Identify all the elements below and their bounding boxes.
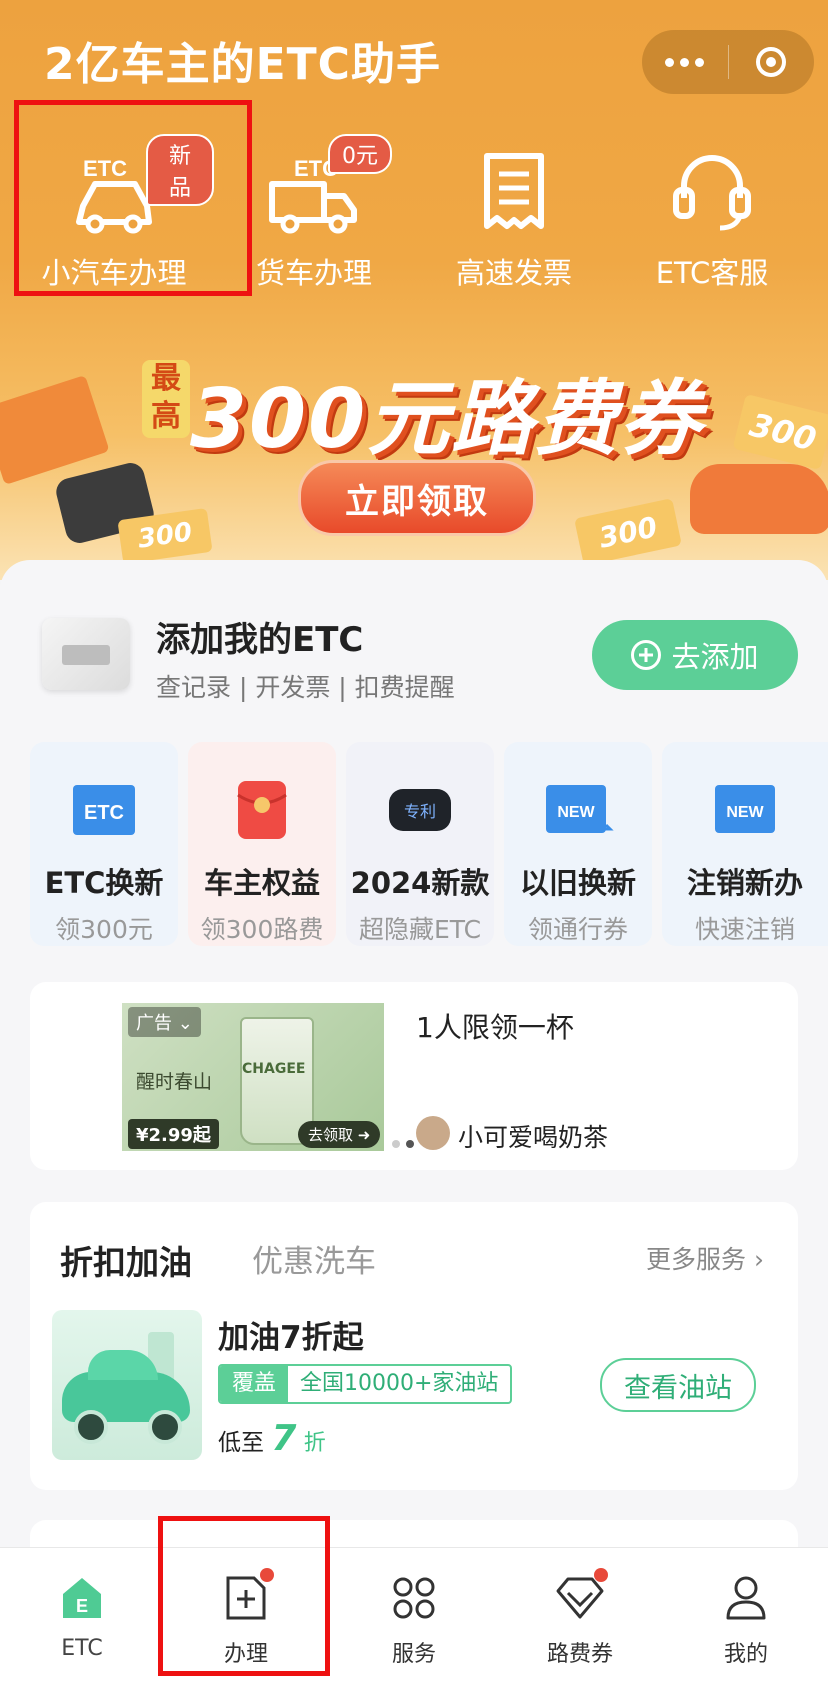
tab-mine[interactable]: 我的 bbox=[686, 1568, 806, 1668]
quick-entry-label: 高速发票 bbox=[455, 256, 572, 290]
highlight-box-car-entry bbox=[14, 100, 252, 296]
ad-author: 小可爱喝奶茶 bbox=[458, 1123, 609, 1152]
plus-circle-icon bbox=[631, 640, 662, 670]
service-cancel-new[interactable]: NEW 注销新办 快速注销 bbox=[662, 742, 828, 946]
target-icon bbox=[756, 47, 787, 77]
add-etc-button-label: 去添加 bbox=[671, 640, 759, 674]
ad-tag: 广告 ⌄ bbox=[128, 1007, 201, 1037]
view-stations-button[interactable]: 查看油站 bbox=[600, 1358, 756, 1412]
tab-label: ETC bbox=[61, 1636, 103, 1661]
banner-headline: 300元路费券 bbox=[190, 372, 704, 467]
service-title: ETC换新 bbox=[44, 866, 164, 900]
ad-image-brand: CHAGEE bbox=[242, 1061, 306, 1077]
ad-title: 1人限领一杯 bbox=[416, 1011, 574, 1044]
etc-card-icon: ETC bbox=[73, 785, 135, 835]
service-subtitle: 领300元 bbox=[55, 915, 153, 944]
more-services-link[interactable]: 更多服务 › bbox=[646, 1240, 764, 1276]
service-trade-in[interactable]: NEW 以旧换新 领通行券 bbox=[504, 742, 652, 946]
car-decoration bbox=[690, 464, 828, 534]
tab-toll-coupons[interactable]: 路费券 bbox=[520, 1568, 640, 1668]
avatar bbox=[416, 1116, 450, 1150]
fuel-station-image bbox=[52, 1310, 202, 1460]
service-owner-benefits[interactable]: 车主权益 领300路费 bbox=[188, 742, 336, 946]
ad-image-price: ¥2.99起 bbox=[128, 1119, 219, 1149]
etc-device-thumbnail bbox=[42, 618, 130, 690]
ad-carousel-dots bbox=[392, 1140, 414, 1148]
coverage-badge-value: 全国10000+家油站 bbox=[300, 1371, 499, 1396]
service-title: 以旧换新 bbox=[519, 866, 636, 900]
tab-discount-fuel[interactable]: 折扣加油 bbox=[60, 1236, 192, 1284]
headset-icon bbox=[673, 155, 751, 231]
more-menu-button[interactable] bbox=[642, 30, 728, 94]
header-banner-area: 2亿车主的ETC助手 ETC 新品 小汽车办理 ETC 0元 货车办理 高速发票… bbox=[0, 0, 828, 580]
add-etc-button[interactable]: 去添加 bbox=[592, 620, 798, 690]
banner-prefix: 最高 bbox=[142, 360, 190, 438]
quick-entry-service[interactable]: ETC客服 bbox=[612, 130, 812, 290]
user-icon bbox=[726, 1576, 766, 1620]
mini-program-capsule bbox=[642, 30, 814, 94]
tab-label: 服务 bbox=[391, 1642, 436, 1667]
tab-services[interactable]: 服务 bbox=[354, 1568, 474, 1668]
discount-text: 低至 7 折 bbox=[218, 1418, 326, 1459]
svg-text:E: E bbox=[76, 1596, 88, 1616]
svg-text:NEW: NEW bbox=[726, 804, 764, 821]
service-title: 注销新办 bbox=[686, 866, 803, 900]
etc-device-icon: 专利 bbox=[389, 789, 451, 831]
ad-image-button: 去领取 ➜ bbox=[298, 1121, 381, 1148]
add-etc-title: 添加我的ETC bbox=[156, 620, 364, 660]
gift-decoration bbox=[0, 374, 110, 486]
service-subtitle: 领通行券 bbox=[527, 915, 628, 944]
coupon-decoration: 300 bbox=[574, 498, 682, 566]
receipt-icon bbox=[484, 153, 544, 229]
highlight-box-apply-tab bbox=[158, 1516, 330, 1676]
svg-text:专利: 专利 bbox=[404, 802, 436, 821]
service-subtitle: 快速注销 bbox=[694, 915, 795, 944]
notification-dot bbox=[594, 1568, 608, 1582]
service-subtitle: 超隐藏ETC bbox=[358, 915, 482, 944]
service-subtitle: 领300路费 bbox=[200, 915, 324, 944]
tab-car-wash[interactable]: 优惠洗车 bbox=[252, 1236, 376, 1281]
service-title: 2024新款 bbox=[350, 866, 490, 900]
fuel-offer-title: 加油7折起 bbox=[218, 1320, 364, 1356]
etc-home-icon: E bbox=[63, 1578, 101, 1618]
red-envelope-icon bbox=[237, 781, 287, 839]
new-swap-icon: NEW bbox=[546, 785, 614, 833]
svg-text:NEW: NEW bbox=[557, 804, 595, 821]
claim-now-button[interactable]: 立即领取 bbox=[298, 460, 536, 536]
more-dots-icon bbox=[665, 57, 705, 67]
coverage-badge-label: 覆盖 bbox=[220, 1366, 289, 1402]
quick-entry-invoice[interactable]: 高速发票 bbox=[414, 130, 614, 290]
grid-services-icon bbox=[393, 1577, 435, 1619]
coupon-diamond-icon bbox=[556, 1577, 604, 1619]
coupon-decoration: 300 bbox=[732, 393, 828, 471]
zero-yuan-badge: 0元 bbox=[328, 134, 392, 174]
tab-label: 路费券 bbox=[546, 1642, 613, 1667]
page-title: 2亿车主的ETC助手 bbox=[44, 39, 441, 90]
add-etc-subtitle: 查记录 | 开发票 | 扣费提醒 bbox=[156, 673, 455, 702]
tab-etc[interactable]: E ETC bbox=[22, 1568, 142, 1661]
svg-text:ETC: ETC bbox=[84, 802, 124, 824]
new-cancel-icon: NEW bbox=[715, 785, 775, 833]
tab-label: 我的 bbox=[723, 1642, 768, 1667]
close-miniprogram-button[interactable] bbox=[729, 30, 815, 94]
service-2024-model[interactable]: 专利 2024新款 超隐藏ETC bbox=[346, 742, 494, 946]
ad-image-slogan: 醒时春山 bbox=[136, 1071, 213, 1093]
ad-image[interactable]: 广告 ⌄ 醒时春山 CHAGEE ¥2.99起 去领取 ➜ bbox=[122, 1003, 384, 1151]
quick-entry-label: ETC客服 bbox=[655, 256, 769, 290]
coverage-badge: 覆盖 全国10000+家油站 bbox=[218, 1364, 513, 1404]
service-title: 车主权益 bbox=[203, 866, 320, 900]
service-etc-renew[interactable]: ETC ETC换新 领300元 bbox=[30, 742, 178, 946]
